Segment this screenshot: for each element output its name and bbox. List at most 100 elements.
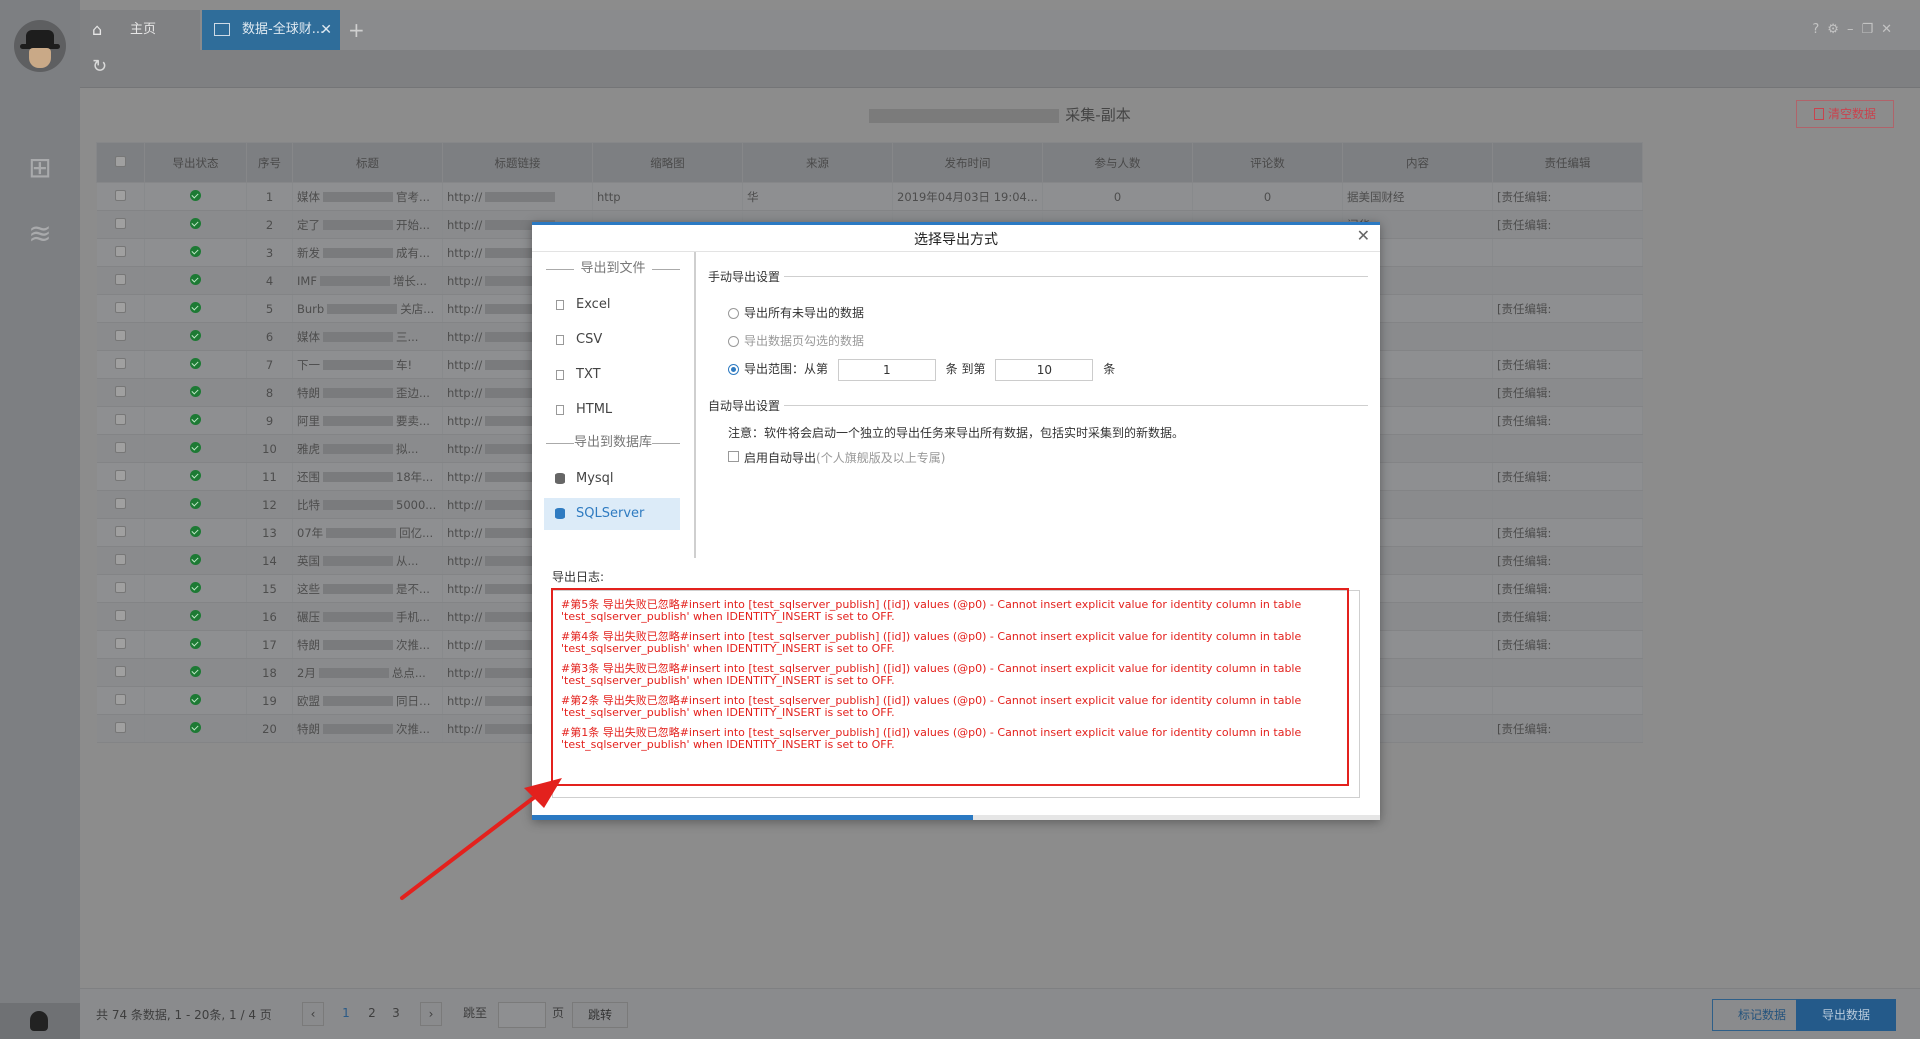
row-checkbox[interactable] <box>114 609 126 621</box>
row-checkbox[interactable] <box>114 441 126 453</box>
row-select-cell[interactable] <box>96 546 145 575</box>
title-cell: 新发 成有... <box>292 238 443 267</box>
column-header[interactable]: 评论数 <box>1192 142 1343 183</box>
page-link-3[interactable]: 3 <box>386 1002 406 1026</box>
row-checkbox[interactable] <box>114 665 126 677</box>
window-controls[interactable]: ?⚙–❐✕ <box>1812 22 1900 37</box>
row-checkbox[interactable] <box>114 217 126 229</box>
jump-button[interactable]: 跳转 <box>572 1002 628 1028</box>
radio-export-range[interactable] <box>728 364 739 375</box>
row-checkbox[interactable] <box>114 273 126 285</box>
row-checkbox[interactable] <box>114 525 126 537</box>
row-checkbox[interactable] <box>114 385 126 397</box>
radio-export-unexported[interactable] <box>728 308 739 319</box>
column-header[interactable]: 标题 <box>292 142 443 183</box>
row-select-cell[interactable] <box>96 210 145 239</box>
title-start: 欧盟 <box>297 693 320 708</box>
column-header[interactable]: 责任编辑 <box>1492 142 1643 183</box>
column-header[interactable]: 内容 <box>1342 142 1493 183</box>
column-header[interactable]: 序号 <box>246 142 293 183</box>
column-header[interactable]: 发布时间 <box>892 142 1043 183</box>
row-select-cell[interactable] <box>96 686 145 715</box>
new-task-icon[interactable]: ⊞ <box>24 152 56 184</box>
auto-export-label: 启用自动导出 <box>744 451 817 465</box>
row-checkbox[interactable] <box>114 245 126 257</box>
row-select-cell[interactable] <box>96 490 145 519</box>
row-checkbox[interactable] <box>114 637 126 649</box>
row-select-cell[interactable] <box>96 238 145 267</box>
row-select-cell[interactable] <box>96 658 145 687</box>
row-checkbox[interactable] <box>114 553 126 565</box>
column-header[interactable]: 缩略图 <box>592 142 743 183</box>
select-all-header[interactable] <box>96 142 145 183</box>
auto-export-checkbox[interactable] <box>728 451 739 462</box>
column-header[interactable]: 来源 <box>742 142 893 183</box>
nav-item-txt[interactable]: TXT <box>544 359 680 391</box>
table-row[interactable]: 1 媒体 官考... http:// http 华 2019年04月03日 19:04...… <box>96 182 1643 211</box>
clear-data-button[interactable]: 清空数据 <box>1796 100 1894 128</box>
next-page-button[interactable]: › <box>420 1002 442 1026</box>
row-checkbox[interactable] <box>114 357 126 369</box>
column-header[interactable]: 标题链接 <box>442 142 593 183</box>
close-icon[interactable]: ✕ <box>1357 226 1370 245</box>
row-checkbox[interactable] <box>114 721 126 733</box>
page-link-1[interactable]: 1 <box>336 1002 356 1026</box>
column-header[interactable]: 导出状态 <box>144 142 247 183</box>
qq-icon[interactable] <box>0 1003 80 1039</box>
option-label: 导出数据页勾选的数据 <box>744 334 865 348</box>
nav-item-sqlserver[interactable]: SQLServer <box>544 498 680 530</box>
row-checkbox[interactable] <box>114 497 126 509</box>
row-select-cell[interactable] <box>96 462 145 491</box>
select-all-checkbox[interactable] <box>115 155 126 167</box>
link-text: http:// <box>447 609 483 624</box>
row-select-cell[interactable] <box>96 714 145 743</box>
link-cell[interactable]: http:// <box>442 182 593 211</box>
row-select-cell[interactable] <box>96 294 145 323</box>
tab-home[interactable]: ⌂ 主页 <box>80 10 200 50</box>
nav-item-excel[interactable]: Excel <box>544 289 680 321</box>
layers-icon[interactable]: ≋ <box>24 218 56 250</box>
row-checkbox[interactable] <box>114 469 126 481</box>
avatar[interactable] <box>14 20 66 72</box>
add-tab-icon[interactable]: + <box>348 10 365 50</box>
close-tab-icon[interactable]: ✕ <box>320 10 332 50</box>
row-select-cell[interactable] <box>96 434 145 463</box>
nav-item-html[interactable]: HTML <box>544 394 680 426</box>
row-select-cell[interactable] <box>96 406 145 435</box>
column-header[interactable]: 参与人数 <box>1042 142 1193 183</box>
row-checkbox[interactable] <box>114 189 126 201</box>
status-cell <box>144 686 247 715</box>
range-from-input[interactable]: 1 <box>837 358 936 381</box>
export-log-area[interactable]: #第5条 导出失败已忽略#insert into [test_sqlserver… <box>552 590 1360 798</box>
title-end: 增长... <box>392 273 427 288</box>
range-to-input[interactable]: 10 <box>995 358 1094 381</box>
row-checkbox[interactable] <box>114 693 126 705</box>
nav-item-csv[interactable]: CSV <box>544 324 680 356</box>
row-select-cell[interactable] <box>96 350 145 379</box>
row-checkbox[interactable] <box>114 301 126 313</box>
refresh-icon[interactable]: ↻ <box>92 56 107 77</box>
row-select-cell[interactable] <box>96 602 145 631</box>
nav-item-mysql[interactable]: Mysql <box>544 463 680 495</box>
auto-export-toggle[interactable]: 启用自动导出(个人旗舰版及以上专属) <box>728 449 1368 466</box>
row-checkbox[interactable] <box>114 581 126 593</box>
row-select-cell[interactable] <box>96 322 145 351</box>
export-data-button[interactable]: 导出数据 <box>1796 999 1896 1031</box>
row-select-cell[interactable] <box>96 378 145 407</box>
row-checkbox[interactable] <box>114 329 126 341</box>
option-export-range[interactable]: 导出范围：从第 1 条 到第 10 条 <box>708 355 1368 383</box>
title-cell: 下一 车! <box>292 350 443 379</box>
jump-page-input[interactable] <box>498 1002 546 1028</box>
row-select-cell[interactable] <box>96 574 145 603</box>
editor-cell: [责任编辑: <box>1492 406 1643 435</box>
page-link-2[interactable]: 2 <box>362 1002 382 1026</box>
option-export-unexported[interactable]: 导出所有未导出的数据 <box>708 299 1368 327</box>
row-select-cell[interactable] <box>96 518 145 547</box>
row-select-cell[interactable] <box>96 266 145 295</box>
page-unit-label: 页 <box>551 1006 564 1020</box>
row-checkbox[interactable] <box>114 413 126 425</box>
row-select-cell[interactable] <box>96 182 145 211</box>
row-select-cell[interactable] <box>96 630 145 659</box>
tab-data[interactable]: 数据-全球财... ✕ <box>202 10 340 50</box>
prev-page-button[interactable]: ‹ <box>302 1002 324 1026</box>
